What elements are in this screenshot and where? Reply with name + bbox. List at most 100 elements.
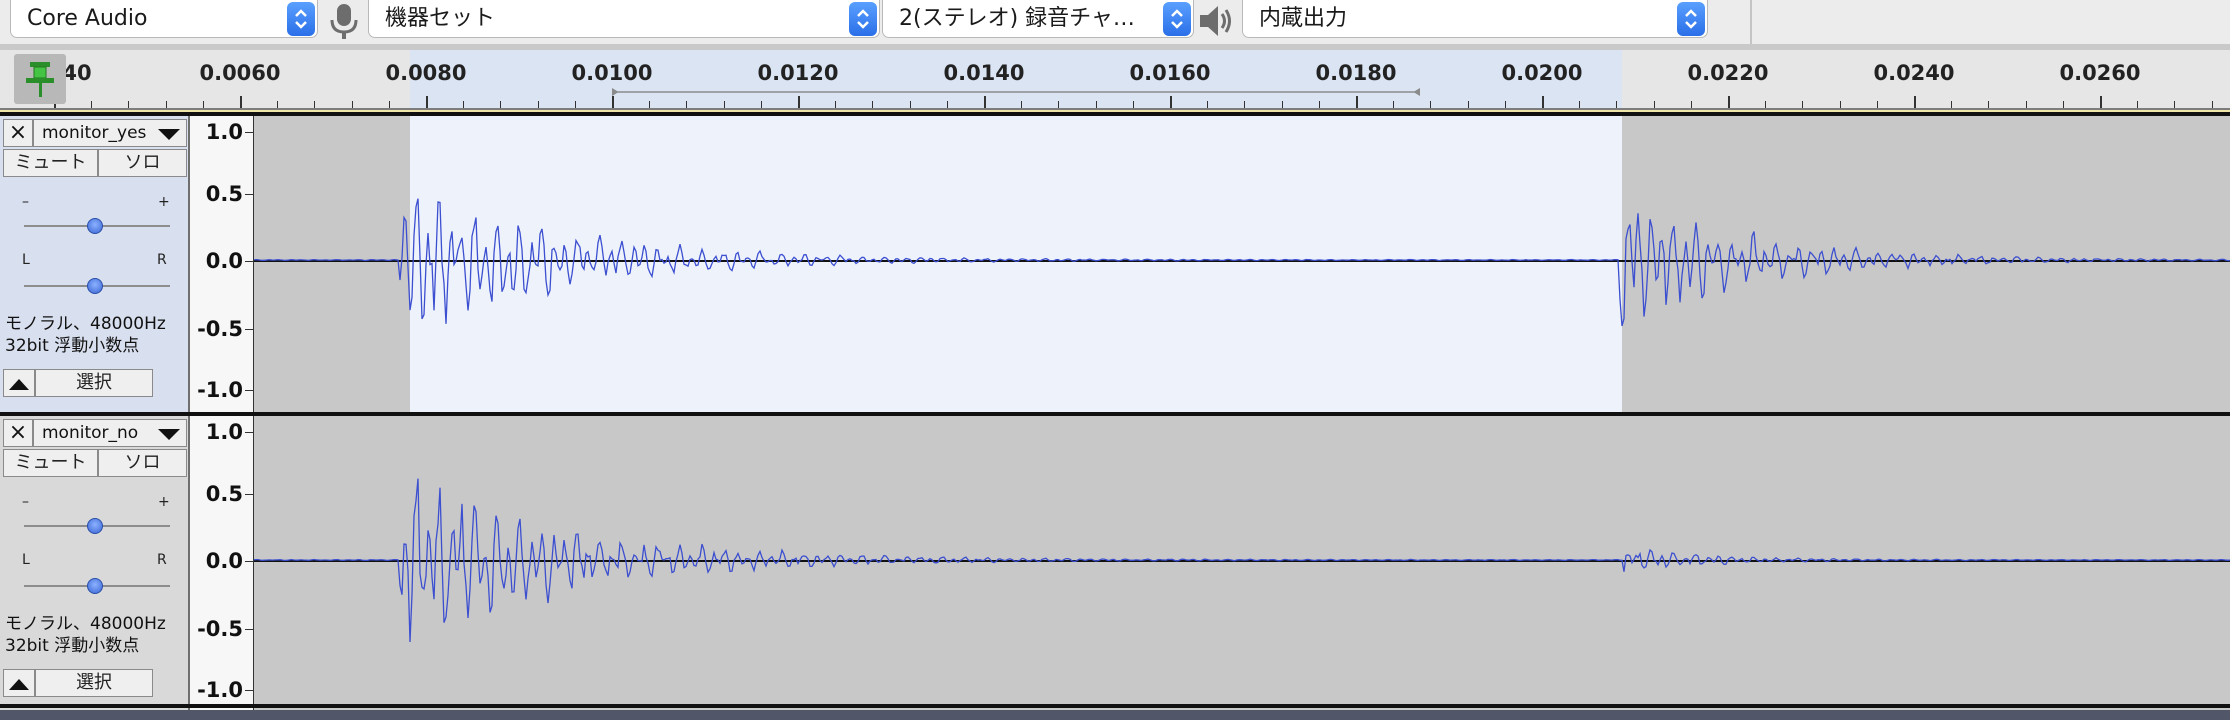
ruler-label: 0.0260: [2059, 61, 2141, 85]
track-format-rate: モノラル、48000Hz: [5, 614, 166, 634]
track-control-panel: × monitor_yes ミュート ソロ – + L R モノラル、48000…: [0, 116, 190, 416]
ruler-major-tick: [1542, 96, 1544, 108]
recording-channels-select[interactable]: 2(ステレオ) 録音チャ…: [882, 0, 1194, 38]
track-format-rate: モノラル、48000Hz: [5, 314, 166, 334]
close-track-button[interactable]: ×: [3, 419, 33, 447]
scale-label: 0.0: [205, 249, 243, 273]
waveform-area[interactable]: [254, 416, 2230, 716]
scale-label: 1.0: [205, 120, 243, 144]
gain-minus-label: –: [22, 194, 29, 210]
waveform-area[interactable]: [254, 116, 2230, 416]
ruler-minor-tick: [1579, 101, 1581, 108]
output-device-select[interactable]: 内蔵出力: [1242, 0, 1708, 38]
track-control-panel: × monitor_no ミュート ソロ – + L R モノラル、48000H…: [0, 416, 190, 716]
mute-button[interactable]: ミュート: [3, 149, 98, 177]
solo-button[interactable]: ソロ: [98, 449, 187, 477]
chevron-updown-icon: [1163, 2, 1191, 36]
ruler-minor-tick: [1988, 101, 1990, 108]
device-toolbar: Core Audio 機器セット 2(ステレオ) 録音チャ… 内蔵出力: [0, 0, 2230, 44]
ruler-minor-tick: [1467, 101, 1469, 108]
ruler-minor-tick: [1690, 101, 1692, 108]
ruler-minor-tick: [500, 101, 502, 108]
ruler-major-tick: [426, 96, 428, 108]
ruler-label: 0.0220: [1687, 61, 1769, 85]
ruler-minor-tick: [314, 101, 316, 108]
gain-slider-knob[interactable]: [87, 518, 103, 534]
bottom-strip: [0, 710, 2230, 720]
ruler-label: 0.0160: [1129, 61, 1211, 85]
microphone-icon: [326, 2, 362, 46]
ruler-minor-tick: [1951, 101, 1953, 108]
ruler-minor-tick: [686, 101, 688, 108]
mute-button[interactable]: ミュート: [3, 449, 98, 477]
ruler-minor-tick: [2062, 101, 2064, 108]
chevron-updown-icon: [1677, 2, 1705, 36]
ruler-minor-tick: [723, 101, 725, 108]
toolbar-divider: [1750, 0, 1752, 44]
ruler-label: 0.0100: [571, 61, 653, 85]
collapse-track-button[interactable]: [3, 669, 35, 697]
audio-track-monitor-yes: × monitor_yes ミュート ソロ – + L R モノラル、48000…: [0, 116, 2230, 416]
ruler-label: 0.0140: [943, 61, 1025, 85]
pin-playhead-button[interactable]: [14, 54, 66, 104]
ruler-minor-tick: [463, 101, 465, 108]
scale-label: -0.5: [197, 617, 243, 641]
select-track-button[interactable]: 選択: [35, 669, 153, 697]
ruler-minor-tick: [91, 101, 93, 108]
ruler-label: 0.0120: [757, 61, 839, 85]
ruler-minor-tick: [1095, 101, 1097, 108]
ruler-major-tick: [1728, 96, 1730, 108]
ruler-major-tick: [612, 96, 614, 108]
ruler-label: 0.0080: [385, 61, 467, 85]
ruler-major-tick: [1356, 96, 1358, 108]
ruler-minor-tick: [1839, 101, 1841, 108]
collapse-track-button[interactable]: [3, 369, 35, 397]
recording-channels-value: 2(ステレオ) 録音チャ…: [899, 6, 1135, 31]
pan-slider-knob[interactable]: [87, 578, 103, 594]
pan-right-label: R: [157, 252, 167, 268]
audio-host-select[interactable]: Core Audio: [10, 0, 318, 38]
ruler-major-tick: [1170, 96, 1172, 108]
ruler-major-tick: [1914, 96, 1916, 108]
pin-icon: [26, 62, 54, 97]
close-track-button[interactable]: ×: [3, 119, 33, 147]
solo-button[interactable]: ソロ: [98, 149, 187, 177]
scale-tick: [245, 690, 253, 691]
ruler-label-partial: 40: [62, 61, 92, 85]
triangle-up-icon: [9, 379, 29, 390]
ruler-minor-tick: [1616, 101, 1618, 108]
ruler-minor-tick: [1430, 101, 1432, 108]
ruler-label: 0.0180: [1315, 61, 1397, 85]
gain-slider-knob[interactable]: [87, 218, 103, 234]
track-format-depth: 32bit 浮動小数点: [5, 636, 140, 656]
waveform-path: [254, 198, 2230, 327]
ruler-minor-tick: [2025, 101, 2027, 108]
track-name-label: monitor_yes: [42, 123, 147, 143]
track-name-menu-button[interactable]: monitor_no: [33, 419, 187, 447]
scale-tick: [245, 329, 253, 330]
scale-tick: [245, 194, 253, 195]
ruler-major-tick: [2100, 96, 2102, 108]
speaker-icon: [1196, 1, 1236, 45]
dropdown-arrow-icon: [158, 429, 180, 440]
scale-label: -1.0: [197, 678, 243, 702]
ruler-minor-tick: [649, 101, 651, 108]
input-device-select[interactable]: 機器セット: [368, 0, 880, 38]
dropdown-arrow-icon: [158, 129, 180, 140]
amplitude-scale: 1.0 0.5 0.0 -0.5 -1.0: [190, 416, 254, 716]
chevron-updown-icon: [849, 2, 877, 36]
pan-left-label: L: [22, 252, 30, 268]
timeline-ruler[interactable]: 40 0.0060 0.0080 0.0100 0.0120 0.0140 0.…: [0, 50, 2230, 110]
ruler-major-tick: [240, 96, 242, 108]
ruler-minor-tick: [1132, 101, 1134, 108]
input-device-value: 機器セット: [385, 6, 496, 31]
select-track-button[interactable]: 選択: [35, 369, 153, 397]
ruler-minor-tick: [1021, 101, 1023, 108]
ruler-minor-tick: [2211, 101, 2213, 108]
ruler-minor-tick: [202, 101, 204, 108]
pan-slider-knob[interactable]: [87, 278, 103, 294]
selection-range-bar[interactable]: [410, 88, 1622, 96]
ruler-minor-tick: [1876, 101, 1878, 108]
track-name-menu-button[interactable]: monitor_yes: [33, 119, 187, 147]
ruler-major-tick: [984, 96, 986, 108]
